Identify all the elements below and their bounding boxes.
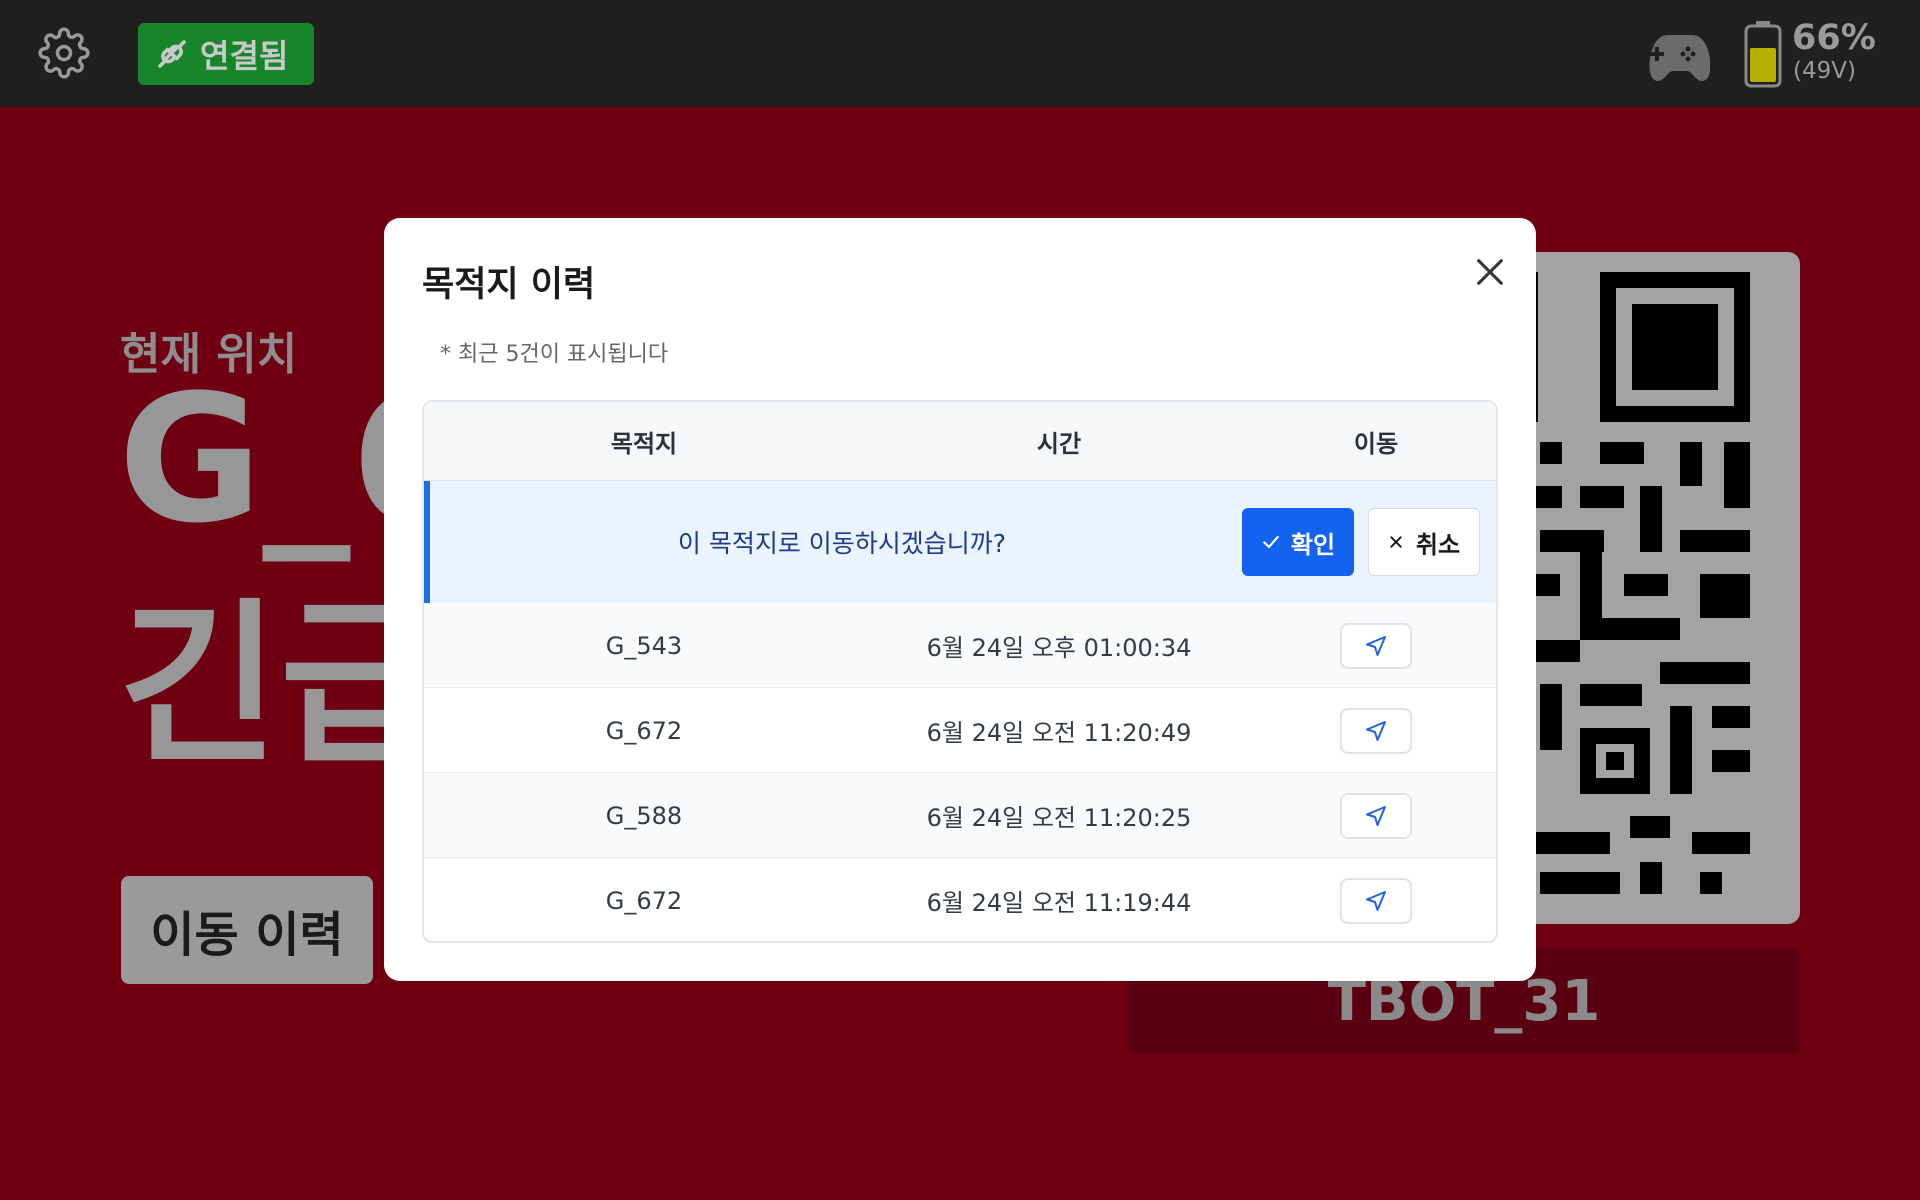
column-header-time: 시간 — [1036, 430, 1082, 458]
confirm-message: 이 목적지로 이동하시겠습니까? — [677, 529, 1007, 558]
modal-subtitle: * 최근 5건이 표시됩니다 — [440, 342, 669, 367]
navigate-button[interactable] — [1340, 792, 1412, 839]
modal-title: 목적지 이력 — [422, 265, 596, 305]
destination-cell: G_588 — [605, 801, 683, 830]
connection-status-badge: 연결됨 — [138, 23, 314, 85]
battery-voltage: (49V) — [1793, 58, 1856, 84]
connection-status-label: 연결됨 — [200, 37, 289, 75]
close-icon — [1390, 536, 1402, 548]
table-row: G_672 6월 24일 오전 11:20:49 — [424, 688, 1496, 773]
table-row: G_588 6월 24일 오전 11:20:25 — [424, 773, 1496, 858]
navigation-arrow-icon — [1366, 635, 1386, 656]
gamepad-icon[interactable] — [1636, 27, 1710, 83]
confirm-button-label: 확인 — [1290, 530, 1336, 559]
navigation-arrow-icon — [1366, 805, 1386, 826]
table-row: G_672 6월 24일 오전 11:19:44 — [424, 858, 1496, 941]
close-button[interactable] — [1466, 248, 1514, 296]
column-header-move: 이동 — [1353, 430, 1399, 458]
time-cell: 6월 24일 오후 01:00:34 — [926, 634, 1192, 662]
destination-cell: G_672 — [605, 886, 683, 915]
check-icon — [1263, 535, 1279, 549]
table-header: 목적지 시간 이동 — [424, 402, 1496, 481]
plug-icon — [158, 40, 186, 68]
navigate-button[interactable] — [1340, 622, 1412, 669]
gear-icon[interactable] — [38, 27, 90, 79]
cancel-button[interactable]: 취소 — [1368, 508, 1480, 576]
column-header-destination: 목적지 — [610, 430, 678, 458]
history-button[interactable]: 이동 이력 — [121, 876, 373, 984]
time-cell: 6월 24일 오전 11:20:49 — [926, 719, 1192, 747]
close-icon — [1477, 259, 1503, 285]
confirm-row: 이 목적지로 이동하시겠습니까? 확인 취소 — [424, 481, 1496, 603]
navigation-arrow-icon — [1366, 720, 1386, 741]
time-cell: 6월 24일 오전 11:19:44 — [926, 889, 1192, 917]
battery-percent: 66% — [1792, 18, 1876, 58]
destination-history-modal: 목적지 이력 * 최근 5건이 표시됩니다 목적지 시간 이동 이 목적지로 이… — [384, 218, 1536, 981]
cancel-button-label: 취소 — [1415, 530, 1461, 559]
destination-cell: G_543 — [605, 631, 683, 660]
top-bar: 연결됨 66% (49V) — [0, 0, 1920, 107]
confirm-button[interactable]: 확인 — [1242, 508, 1354, 576]
navigate-button[interactable] — [1340, 707, 1412, 754]
table-row: G_543 6월 24일 오후 01:00:34 — [424, 603, 1496, 688]
history-table: 목적지 시간 이동 이 목적지로 이동하시겠습니까? 확인 취소 G_543 6… — [422, 400, 1498, 943]
time-cell: 6월 24일 오전 11:20:25 — [926, 804, 1192, 832]
battery-fill — [1750, 48, 1776, 82]
navigation-arrow-icon — [1366, 890, 1386, 911]
battery-icon — [1744, 21, 1782, 88]
navigate-button[interactable] — [1340, 877, 1412, 924]
destination-cell: G_672 — [605, 716, 683, 745]
